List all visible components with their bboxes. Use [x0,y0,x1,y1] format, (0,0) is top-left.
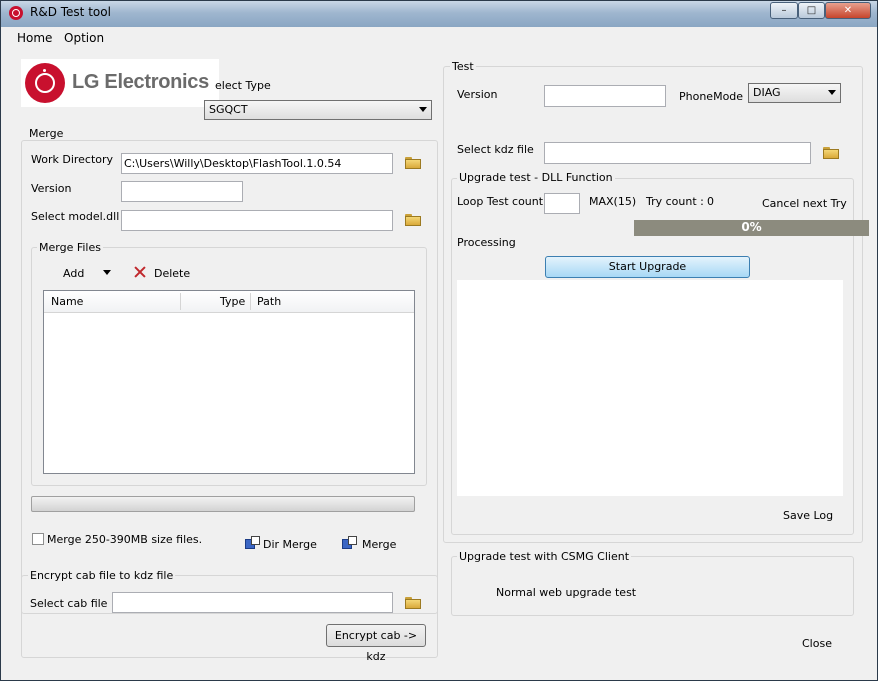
try-count-label: Try count : [646,195,704,208]
menu-option[interactable]: Option [64,31,104,45]
select-model-dll-input[interactable] [121,210,393,231]
minimize-icon: – [781,5,787,16]
column-divider[interactable] [180,293,181,310]
merge-version-label: Version [31,182,72,195]
folder-open-icon[interactable] [405,597,421,609]
select-kdz-file-label: Select kdz file [457,143,534,156]
merge-group-label: Merge [27,127,66,140]
folder-open-icon[interactable] [405,214,421,226]
phonemode-combo[interactable]: DIAG [748,83,841,103]
chevron-down-icon [419,107,427,112]
close-button[interactable]: Close [802,637,832,650]
merge-size-checkbox[interactable] [32,533,44,545]
loop-test-count-label: Loop Test count [457,195,544,208]
phonemode-value: DIAG [753,86,781,99]
dir-merge-button[interactable]: Dir Merge [263,538,317,551]
app-window: R&D Test tool – □ ✕ Home Option LG Elect… [0,0,878,681]
select-cab-file-label: Select cab file [30,597,108,610]
title-bar[interactable]: R&D Test tool – □ ✕ [1,1,877,27]
test-version-input[interactable] [544,85,666,107]
column-path[interactable]: Path [257,295,281,308]
column-name[interactable]: Name [51,295,83,308]
select-type-combo[interactable]: SGQCT [204,100,432,120]
merge-button[interactable]: Merge [362,538,396,551]
test-group-label: Test [450,60,476,73]
close-icon: ✕ [843,5,853,16]
cancel-next-try-button[interactable]: Cancel next Try [762,197,847,210]
minimize-button[interactable]: – [770,2,798,19]
menu-bar: Home Option [1,27,877,49]
work-directory-label: Work Directory [31,153,114,166]
save-log-button[interactable]: Save Log [783,509,833,522]
upgrade-dll-group-label: Upgrade test - DLL Function [457,171,615,184]
merge-size-checkbox-label[interactable]: Merge 250-390MB size files. [47,533,202,546]
chevron-down-icon [828,90,836,95]
folder-open-icon[interactable] [823,147,839,159]
add-dropdown-arrow-icon[interactable] [103,270,111,275]
merge-progress-bar [31,496,415,512]
test-version-label: Version [457,88,498,101]
merge-files-list[interactable]: Name Type Path [43,290,415,474]
delete-button[interactable]: Delete [154,267,190,280]
processing-label: Processing [457,236,516,249]
phonemode-label: PhoneMode [679,90,744,103]
work-directory-input[interactable]: C:\Users\Willy\Desktop\FlashTool.1.0.54 [121,153,393,174]
main-content: LG Electronics elect Type SGQCT Merge Wo… [1,49,877,680]
try-count-value: 0 [707,195,714,208]
select-type-label: elect Type [215,79,271,92]
upgrade-progress-text: 0% [741,220,762,234]
folder-open-icon[interactable] [405,157,421,169]
merge-files-group-label: Merge Files [37,241,103,254]
maximize-icon: □ [806,5,817,16]
select-cab-file-input[interactable] [112,592,393,613]
maximize-button[interactable]: □ [798,2,825,19]
close-window-button[interactable]: ✕ [825,2,871,19]
encrypt-cab-kdz-button[interactable]: Encrypt cab -> kdz [326,624,426,663]
select-model-dll-label: Select model.dll [31,210,120,223]
column-divider[interactable] [250,293,251,310]
merge-files-list-header: Name Type Path [44,291,414,313]
merge-icon[interactable] [342,536,358,551]
encrypt-group-label: Encrypt cab file to kdz file [28,569,176,582]
add-button[interactable]: Add [63,267,84,280]
lg-logo: LG Electronics [21,59,219,107]
csmg-group-label: Upgrade test with CSMG Client [457,550,632,563]
processing-log-area[interactable] [457,280,843,496]
dir-merge-icon[interactable] [245,536,261,551]
lg-logo-text: LG Electronics [72,71,209,93]
delete-icon[interactable] [134,266,146,278]
menu-home[interactable]: Home [17,31,52,45]
normal-web-upgrade-test-button[interactable]: Normal web upgrade test [496,586,636,599]
loop-test-count-input[interactable] [544,193,580,214]
upgrade-progress-bar: 0% [634,220,869,236]
select-type-value: SGQCT [209,103,248,116]
window-title: R&D Test tool [30,5,111,19]
lg-app-icon [9,6,23,20]
max-label: MAX(15) [589,195,637,208]
lg-logo-icon [25,63,65,103]
merge-version-input[interactable] [121,181,243,202]
select-kdz-file-input[interactable] [544,142,811,164]
column-type[interactable]: Type [220,295,245,308]
start-upgrade-button[interactable]: Start Upgrade [545,256,750,278]
